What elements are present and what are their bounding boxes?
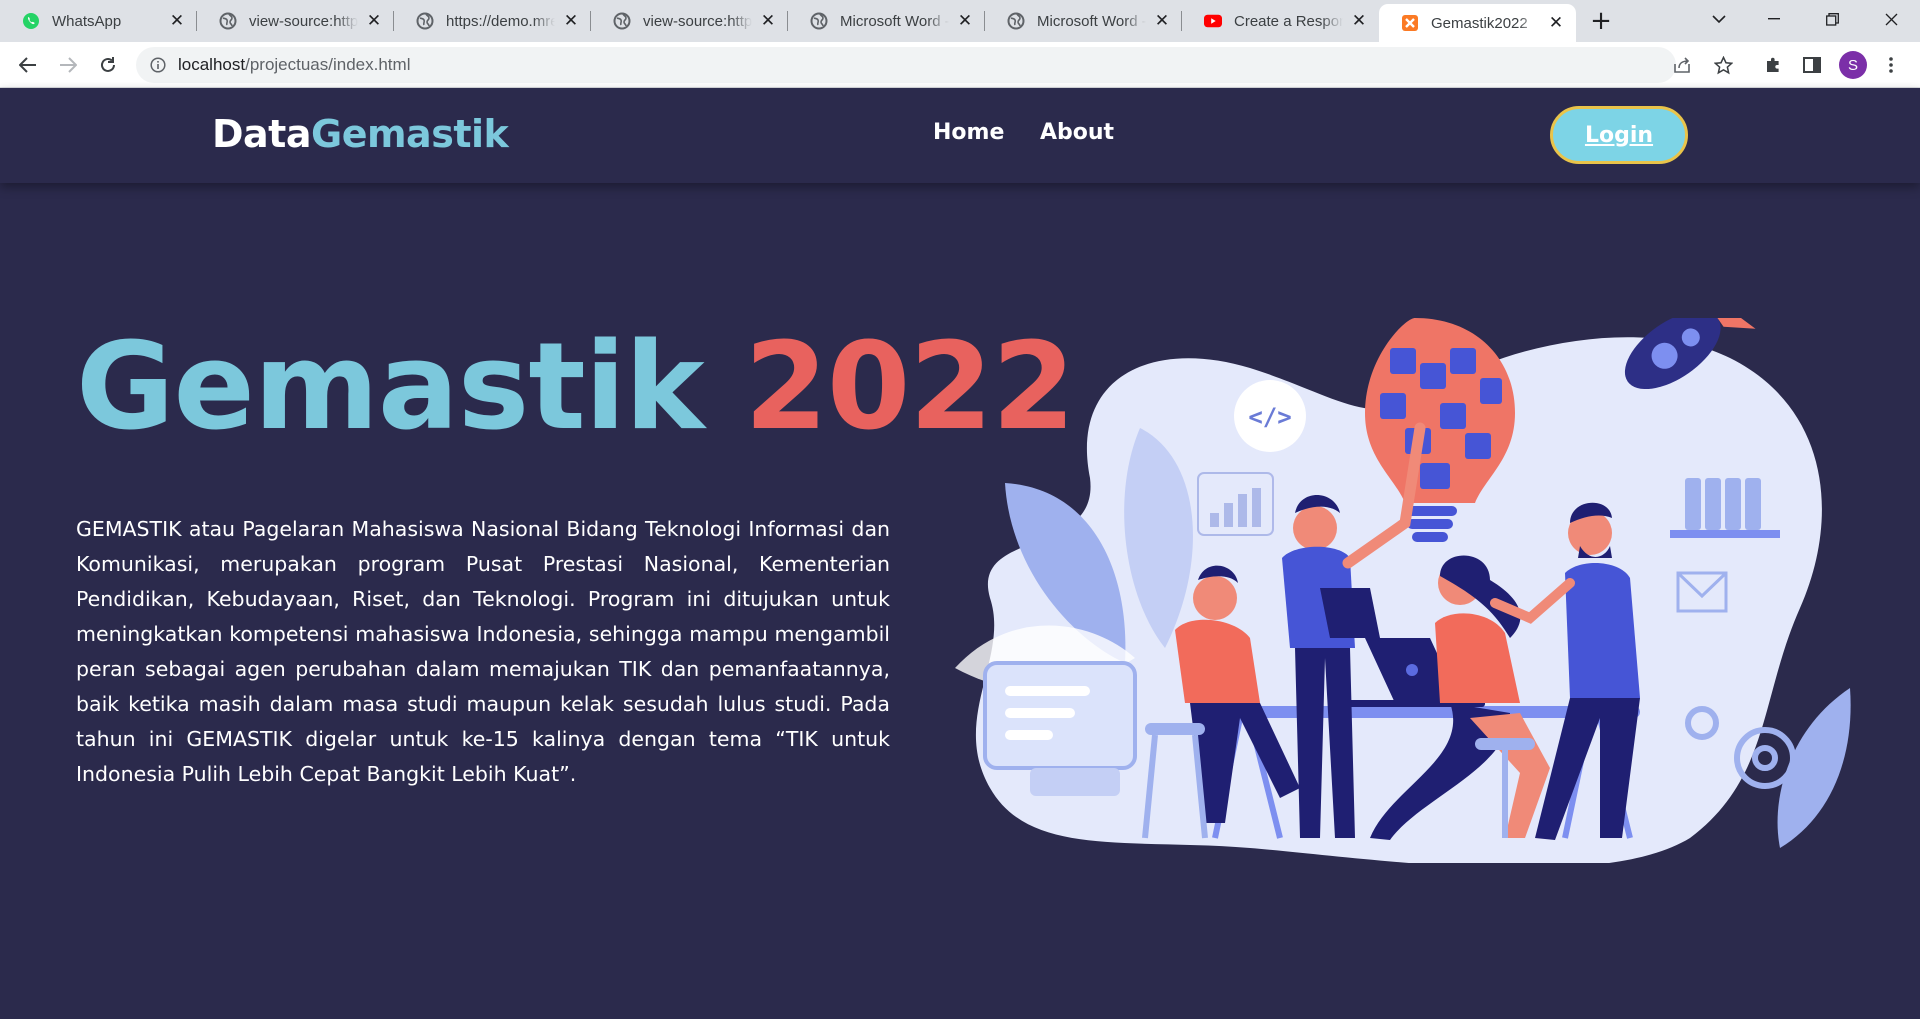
address-bar[interactable]: localhost/projectuas/index.html	[136, 47, 1676, 83]
browser-tab[interactable]: https://demo.mre ✕	[394, 0, 591, 42]
chevron-down-icon	[1712, 14, 1726, 23]
browser-tab[interactable]: WhatsApp ✕	[0, 0, 197, 42]
share-icon[interactable]	[1667, 50, 1697, 80]
tab-title: Microsoft Word -	[840, 12, 949, 30]
hero-title: Gemastik 2022	[76, 318, 1075, 458]
bookmark-star-icon[interactable]	[1708, 50, 1738, 80]
logo-part-gemastik: Gemastik	[311, 112, 509, 156]
url-path: /projectuas/index.html	[245, 55, 411, 74]
forward-button[interactable]	[48, 45, 88, 85]
globe-icon	[416, 12, 434, 30]
code-badge-text: </>	[1248, 403, 1291, 431]
minimize-button[interactable]	[1745, 0, 1803, 38]
nav-link-about[interactable]: About	[1040, 120, 1114, 145]
site-logo[interactable]: DataGemastik	[212, 112, 509, 156]
tab-title: WhatsApp	[52, 12, 122, 30]
url-text: localhost/projectuas/index.html	[178, 55, 410, 75]
close-tab-icon[interactable]: ✕	[561, 11, 581, 31]
back-button[interactable]	[8, 45, 48, 85]
browser-tab[interactable]: Microsoft Word - ✕	[985, 0, 1182, 42]
tab-title: view-source:https	[643, 12, 752, 30]
tab-title: Create a Respons	[1234, 12, 1343, 30]
browser-tab[interactable]: view-source:https ✕	[591, 0, 788, 42]
extensions-puzzle-icon[interactable]	[1758, 50, 1788, 80]
tab-title: Gemastik2022	[1431, 14, 1528, 32]
globe-icon	[1007, 12, 1025, 30]
browser-tab[interactable]: Microsoft Word - ✕	[788, 0, 985, 42]
arrow-right-icon	[60, 57, 77, 73]
browser-tab[interactable]: Create a Respons ✕	[1182, 0, 1379, 42]
info-icon	[150, 57, 166, 73]
hero-description: GEMASTIK atau Pagelaran Mahasiswa Nasion…	[76, 517, 890, 786]
tab-search-button[interactable]	[1690, 0, 1748, 38]
restore-button[interactable]	[1803, 0, 1861, 38]
close-tab-icon[interactable]: ✕	[955, 11, 975, 31]
new-tab-button[interactable]: +	[1584, 4, 1618, 38]
url-host: localhost	[178, 55, 246, 74]
close-tab-icon[interactable]: ✕	[1349, 11, 1369, 31]
youtube-icon	[1204, 12, 1222, 30]
close-tab-icon[interactable]: ✕	[758, 11, 778, 31]
reload-icon	[101, 57, 115, 72]
reload-button[interactable]	[88, 45, 128, 85]
logo-part-data: Data	[212, 112, 312, 156]
team-brainstorm-illustration: </>	[955, 318, 1851, 863]
nav-link-home[interactable]: Home	[933, 120, 1004, 145]
side-panel-icon[interactable]	[1797, 50, 1827, 80]
browser-tab-active[interactable]: Gemastik2022 ✕	[1379, 4, 1576, 42]
close-window-button[interactable]	[1862, 0, 1920, 38]
login-button[interactable]: Login	[1550, 106, 1688, 164]
browser-tab[interactable]: view-source:https ✕	[197, 0, 394, 42]
profile-avatar[interactable]: S	[1839, 51, 1867, 79]
whatsapp-icon	[22, 12, 40, 30]
xampp-icon	[1401, 14, 1419, 32]
browser-tab-strip: WhatsApp ✕ view-source:https ✕ https://d…	[0, 0, 1920, 42]
hero-title-word: Gemastik	[76, 318, 705, 457]
site-navbar: DataGemastik Home About Login	[0, 88, 1920, 183]
close-tab-icon[interactable]: ✕	[364, 11, 384, 31]
close-tab-icon[interactable]: ✕	[1546, 13, 1566, 33]
browser-toolbar: localhost/projectuas/index.html	[0, 42, 1920, 88]
tab-title: view-source:https	[249, 12, 358, 30]
close-tab-icon[interactable]: ✕	[167, 11, 187, 31]
tab-title: Microsoft Word -	[1037, 12, 1146, 30]
globe-icon	[219, 12, 237, 30]
leaf-right	[1777, 688, 1851, 848]
arrow-left-icon	[19, 57, 36, 73]
close-tab-icon[interactable]: ✕	[1152, 11, 1172, 31]
globe-icon	[810, 12, 828, 30]
more-menu-icon[interactable]	[1876, 50, 1906, 80]
globe-icon	[613, 12, 631, 30]
tab-title: https://demo.mre	[446, 12, 555, 30]
